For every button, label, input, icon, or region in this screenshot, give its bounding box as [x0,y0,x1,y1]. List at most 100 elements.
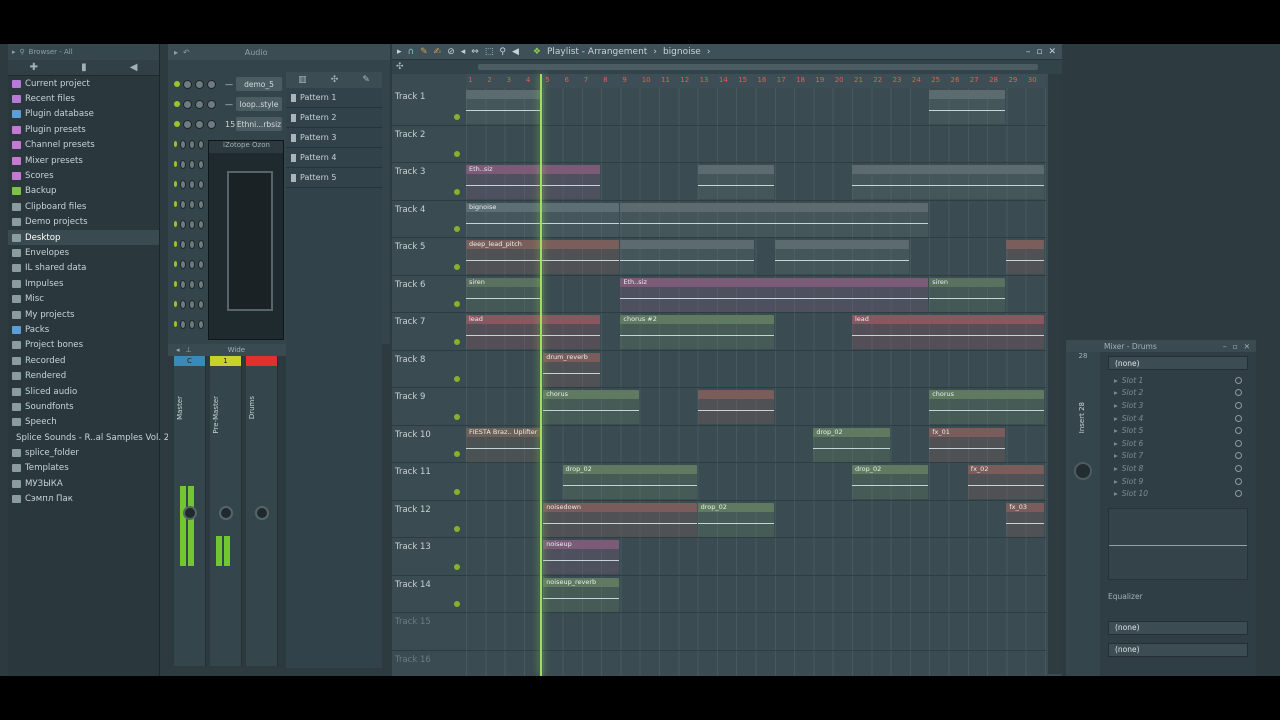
effect-slot[interactable]: ▸ Slot 4 [1108,412,1248,425]
effect-slot[interactable]: ▸ Slot 10 [1108,487,1248,500]
pattern-item[interactable]: Pattern 1 [286,88,382,108]
playlist-clip[interactable]: Eth..siz [620,277,929,312]
channel-row[interactable] [168,154,204,174]
plugin-window[interactable]: iZotope Ozon [208,140,284,340]
playlist-clip[interactable]: fx_01 [929,427,1006,462]
track-lane[interactable]: deep_lead_pitch [466,238,1046,276]
browser-item[interactable]: Recorded [8,353,159,368]
playlist-clip[interactable]: noisedown [543,502,697,537]
slot-mix-knob[interactable] [1235,490,1242,498]
pencil-icon[interactable]: ✎ [362,75,370,85]
browser-item[interactable]: Soundfonts [8,399,159,414]
slot-mix-knob[interactable] [1235,464,1242,472]
playlist-clip[interactable]: drop_02 [697,502,774,537]
browser-item[interactable]: Desktop [8,229,159,246]
browser-item[interactable]: Backup [8,184,159,199]
magnet-icon[interactable]: ∩ [408,47,415,57]
file-icon[interactable]: ▮ [81,62,87,73]
browser-item[interactable]: My projects [8,307,159,322]
track-header[interactable]: Track 14 [392,576,466,613]
track-header[interactable]: Track 15 [392,613,466,651]
close-icon[interactable]: ✕ [1244,342,1250,351]
playlist-clip[interactable]: lead [852,315,1044,349]
pattern-item[interactable]: Pattern 4 [286,148,382,168]
track-lane[interactable]: drum_reverb [466,350,1046,388]
channel-led[interactable] [174,301,178,307]
channel-knob[interactable] [198,139,204,149]
track-lane[interactable]: noiseup_reverb [466,575,1046,613]
volume-knob[interactable] [255,506,269,520]
channel-row[interactable] [168,274,204,294]
playlist-clip[interactable]: drop_02 [852,465,929,499]
track-lane[interactable]: noiseup [466,538,1046,576]
channel-knob[interactable] [198,159,204,169]
effect-slot[interactable]: ▸ Slot 1 [1108,374,1248,387]
playlist-clip[interactable] [929,90,1006,124]
track-active-led[interactable] [454,263,460,270]
channel-row[interactable] [168,234,204,254]
track-header[interactable]: Track 6 [392,276,466,313]
play-icon[interactable]: ▸ [174,48,178,57]
channel-row[interactable] [168,294,204,314]
channel-knob[interactable] [198,219,204,229]
track-active-led[interactable] [454,451,460,457]
track-header[interactable]: Track 2 [392,126,466,163]
track-header[interactable]: Track 3 [392,163,466,201]
browser-item[interactable]: splice_folder [8,445,159,460]
track-active-led[interactable] [454,188,460,195]
channel-knob[interactable] [195,119,204,129]
channel-led[interactable] [174,261,178,267]
slot-mix-knob[interactable] [1235,401,1242,409]
channel-button[interactable]: loop..style [236,97,282,111]
playlist-clip[interactable]: bignoise [466,202,620,237]
maximize-icon[interactable]: ▫ [1233,342,1238,351]
slot-mix-knob[interactable] [1235,427,1242,435]
pencil-icon[interactable]: ✎ [420,47,428,57]
channel-row[interactable] [168,254,204,274]
eq-graph[interactable] [1108,507,1248,580]
channel-knob[interactable] [180,199,187,209]
playlist-clip[interactable]: noiseup_reverb [543,577,620,612]
track-lane[interactable]: lead chorus #2 lead [466,313,1046,351]
slot-mix-knob[interactable] [1235,414,1242,422]
track-active-led[interactable] [454,488,460,495]
track-active-led[interactable] [454,226,460,232]
channel-knob[interactable] [189,239,196,249]
channel-knob[interactable] [180,179,187,189]
track-lane[interactable]: noisedown drop_02 fx_03 [466,500,1046,538]
browser-item[interactable]: Plugin presets [8,122,159,137]
track-active-led[interactable] [454,338,460,345]
playlist-clip[interactable]: siren [929,277,1006,312]
channel-knob[interactable] [195,99,204,109]
track-lane[interactable]: Eth..siz [466,163,1046,201]
channel-knob[interactable] [189,219,196,229]
track-active-led[interactable] [454,113,460,120]
mixer-strip[interactable]: 1 Pre-Master [210,356,242,666]
effect-slot[interactable]: ▸ Slot 5 [1108,424,1248,437]
browser-item[interactable]: Channel presets [8,138,159,153]
channel-row[interactable] [168,214,204,234]
channel-row[interactable] [168,174,204,194]
channel-knob[interactable] [189,159,196,169]
track-active-led[interactable] [454,151,460,157]
playlist-clip[interactable]: drum_reverb [543,352,601,387]
track-header[interactable]: Track 12 [392,501,466,538]
track-header[interactable]: Track 13 [392,538,466,576]
back-icon[interactable]: ◀ [130,62,138,73]
channel-knob[interactable] [189,199,196,209]
channel-button[interactable]: Ethni...rbsiz [236,117,282,131]
horizontal-scroll[interactable] [477,64,1038,70]
slot-mix-knob[interactable] [1235,389,1242,397]
piano-icon[interactable]: ▥ [298,75,307,85]
channel-row[interactable] [168,314,204,334]
track-lane[interactable] [466,88,1046,126]
channel-led[interactable] [174,161,178,167]
track-header[interactable]: Track 8 [392,351,466,388]
playlist-clip[interactable] [697,165,774,199]
channel-knob[interactable] [180,299,187,309]
browser-item[interactable]: Envelopes [8,245,159,260]
channel-knob[interactable] [207,119,216,129]
browser-item[interactable]: Current project [8,76,159,91]
browser-item[interactable]: Packs [8,322,159,337]
track-header[interactable]: Track 5 [392,238,466,276]
